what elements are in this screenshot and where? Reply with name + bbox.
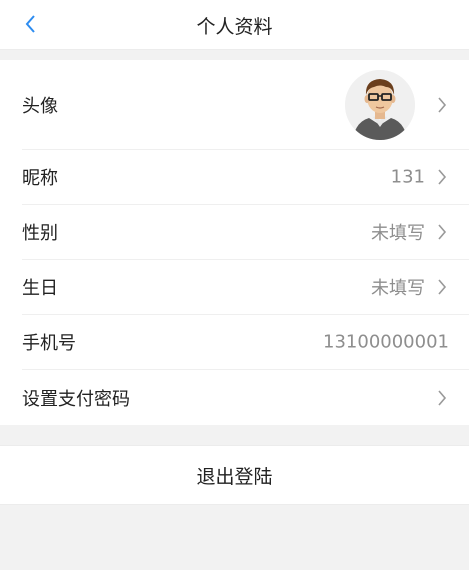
chevron-right-icon [437,223,447,241]
chevron-right-icon [437,389,447,407]
nickname-value: 131 [390,166,425,188]
top-bar: 个人资料 [0,0,469,50]
avatar [345,70,415,140]
chevron-right-icon [437,278,447,296]
birthday-value: 未填写 [371,278,425,299]
user-avatar-icon [345,70,415,140]
profile-list: 头像 昵称 131 性别 未填写 生日 未填写 手机号 13100000001 … [0,60,469,425]
page-title: 个人资料 [196,16,273,38]
avatar-row[interactable]: 头像 [22,60,469,150]
chevron-right-icon [437,168,447,186]
nickname-label: 昵称 [22,168,58,189]
birthday-label: 生日 [22,278,58,299]
payment-password-row[interactable]: 设置支付密码 [22,370,469,425]
logout-button[interactable]: 退出登陆 [0,445,469,505]
logout-label: 退出登陆 [196,465,273,488]
spacer [0,50,469,60]
chevron-right-icon [437,96,447,114]
phone-label: 手机号 [22,333,76,354]
payment-password-label: 设置支付密码 [22,388,130,410]
birthday-row[interactable]: 生日 未填写 [22,260,469,315]
nickname-row[interactable]: 昵称 131 [22,150,469,205]
gender-value: 未填写 [371,223,425,244]
spacer [0,425,469,445]
gender-row[interactable]: 性别 未填写 [22,205,469,260]
phone-row: 手机号 13100000001 [22,315,469,370]
phone-value: 13100000001 [323,331,449,353]
avatar-label: 头像 [22,95,58,117]
gender-label: 性别 [22,223,58,244]
